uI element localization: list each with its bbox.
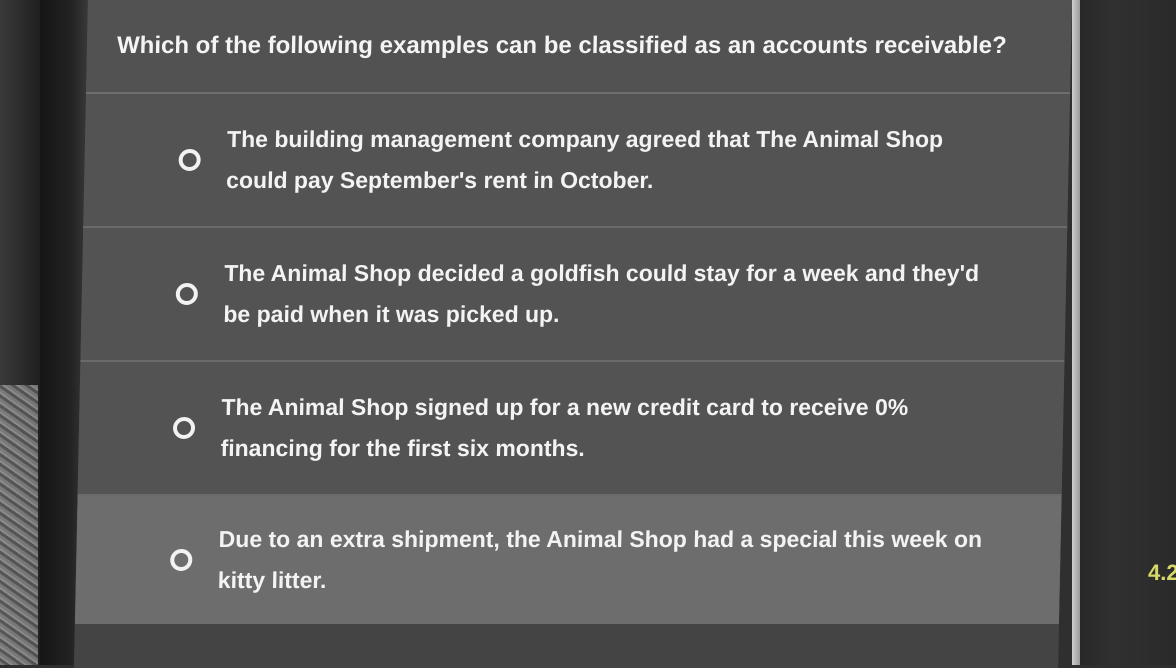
background-fabric (0, 385, 38, 665)
radio-button-icon[interactable] (178, 149, 201, 171)
panel-bottom-band (74, 624, 1059, 668)
quiz-panel: Which of the following examples can be c… (74, 0, 1072, 668)
answer-option-2[interactable]: The Animal Shop decided a goldfish could… (80, 228, 1068, 362)
side-number-text: 4.2 (1148, 560, 1176, 585)
answer-option-4[interactable]: Due to an extra shipment, the Animal Sho… (74, 496, 1062, 624)
radio-button-icon[interactable] (170, 549, 193, 571)
answer-option-label: The Animal Shop decided a goldfish could… (223, 260, 980, 327)
radio-button-icon[interactable] (172, 417, 196, 439)
answer-option-label: The building management company agreed t… (225, 126, 944, 193)
answer-option-3[interactable]: The Animal Shop signed up for a new cred… (77, 362, 1065, 496)
answer-option-1[interactable]: The building management company agreed t… (83, 94, 1071, 228)
answer-option-label: Due to an extra shipment, the Animal Sho… (217, 526, 983, 593)
question-text: Which of the following examples can be c… (86, 0, 1072, 94)
answer-option-label: The Animal Shop signed up for a new cred… (220, 394, 909, 461)
radio-button-icon[interactable] (175, 283, 199, 305)
monitor-frame-edge (1072, 0, 1080, 665)
